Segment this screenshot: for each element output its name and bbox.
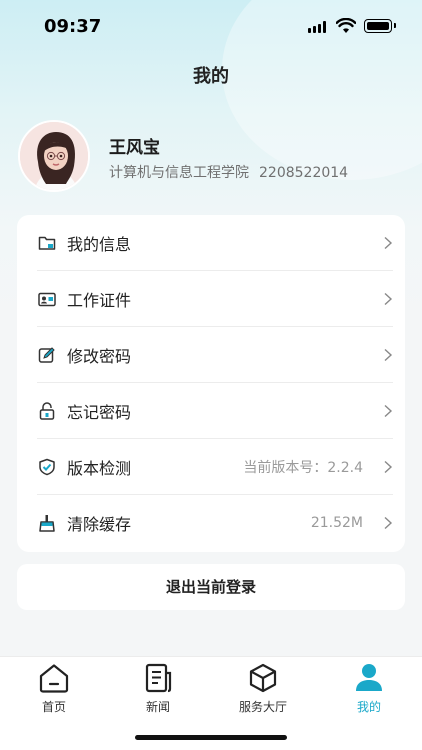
lock-icon xyxy=(37,401,57,421)
tab-label: 服务大厅 xyxy=(238,700,287,714)
news-icon xyxy=(118,663,198,693)
battery-icon xyxy=(364,19,396,33)
edit-icon xyxy=(37,345,57,365)
tab-mine[interactable]: 我的 xyxy=(329,663,409,715)
chevron-right-icon xyxy=(384,516,393,530)
menu-item-label: 清除缓存 xyxy=(67,515,132,534)
avatar[interactable] xyxy=(18,120,90,192)
tab-label: 我的 xyxy=(356,700,381,714)
wifi-icon xyxy=(336,18,356,33)
menu-item-clear-cache[interactable]: 清除缓存 21.52M xyxy=(37,495,393,551)
cube-icon xyxy=(223,663,303,693)
home-icon xyxy=(14,663,94,693)
version-value: 当前版本号：2.2.4 xyxy=(243,460,363,476)
chevron-right-icon xyxy=(384,348,393,362)
signal-icon xyxy=(308,21,326,33)
tab-label: 首页 xyxy=(41,700,66,714)
shield-icon xyxy=(37,457,57,477)
menu-card: 我的信息 工作证件 修改密码 忘记密码 版本检测 当前版本号：2.2.4 清除缓… xyxy=(17,215,405,552)
tab-service-hall[interactable]: 服务大厅 xyxy=(223,663,303,715)
page-title: 我的 xyxy=(193,66,229,87)
cache-size-value: 21.52M xyxy=(310,515,363,531)
status-bar: 09:37 xyxy=(0,0,422,54)
tab-label: 新闻 xyxy=(145,700,170,714)
id-card-icon xyxy=(37,289,57,309)
chevron-right-icon xyxy=(384,292,393,306)
status-time: 09:37 xyxy=(44,16,102,37)
menu-item-my-info[interactable]: 我的信息 xyxy=(37,215,393,271)
college-name: 计算机与信息工程学院 xyxy=(109,165,249,181)
menu-item-label: 忘记密码 xyxy=(67,403,132,422)
user-info: 计算机与信息工程学院 2208522014 xyxy=(109,162,348,182)
logout-button[interactable]: 退出当前登录 xyxy=(17,564,405,610)
menu-item-forgot-password[interactable]: 忘记密码 xyxy=(37,383,393,439)
menu-item-label: 工作证件 xyxy=(67,291,132,310)
menu-item-work-id[interactable]: 工作证件 xyxy=(37,271,393,327)
menu-item-label: 版本检测 xyxy=(67,459,132,478)
broom-icon xyxy=(37,513,57,533)
menu-item-label: 修改密码 xyxy=(67,347,132,366)
student-id: 2208522014 xyxy=(259,165,349,181)
user-name: 王风宝 xyxy=(109,138,160,158)
user-icon xyxy=(329,663,409,693)
menu-item-label: 我的信息 xyxy=(67,235,132,254)
tab-home[interactable]: 首页 xyxy=(14,663,94,715)
menu-item-change-password[interactable]: 修改密码 xyxy=(37,327,393,383)
tab-news[interactable]: 新闻 xyxy=(118,663,198,715)
chevron-right-icon xyxy=(384,236,393,250)
chevron-right-icon xyxy=(384,460,393,474)
menu-item-version-check[interactable]: 版本检测 当前版本号：2.2.4 xyxy=(37,439,393,495)
chevron-right-icon xyxy=(384,404,393,418)
home-indicator xyxy=(135,735,287,740)
folder-icon xyxy=(37,233,57,253)
